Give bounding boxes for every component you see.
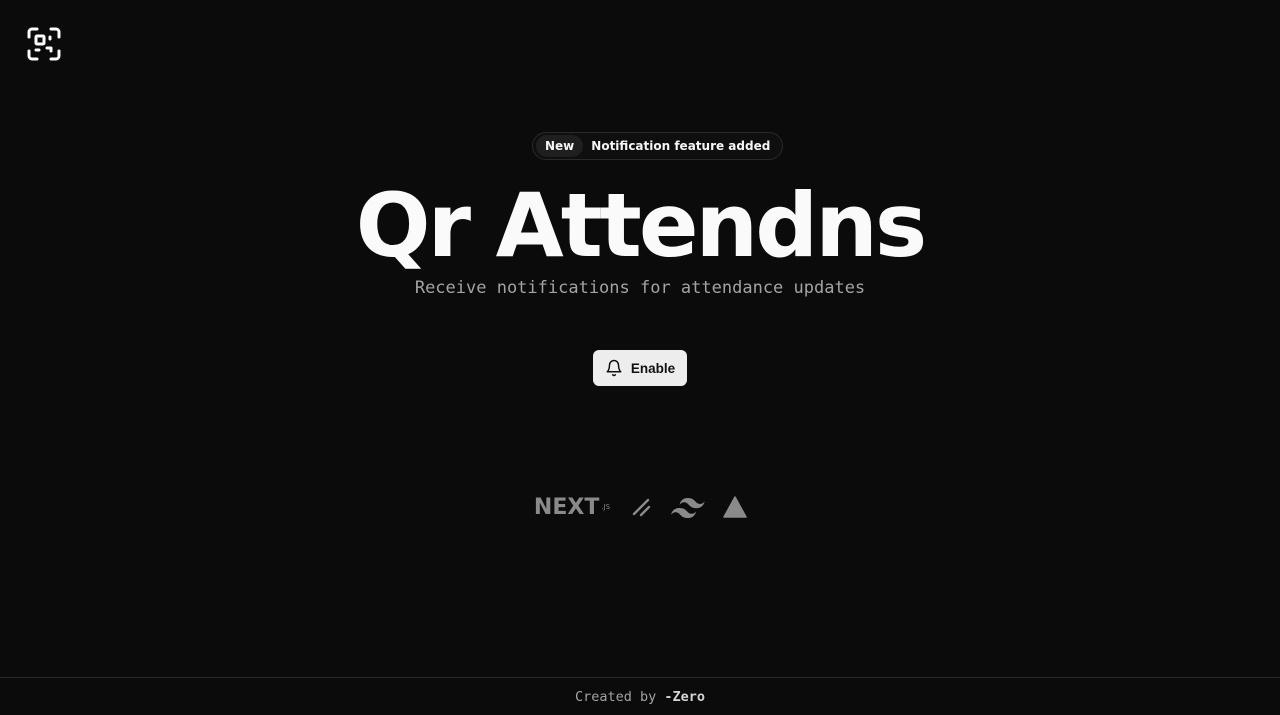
page-title: Qr Attendns <box>355 174 927 277</box>
page-subtitle: Receive notifications for attendance upd… <box>414 278 866 298</box>
tech-stack: NEXT .JS <box>530 492 750 522</box>
new-badge: New <box>536 135 584 157</box>
enable-notifications-button[interactable]: Enable <box>593 350 687 386</box>
page: New Notification feature added Qr Attend… <box>0 0 1280 715</box>
bell-icon <box>605 359 623 377</box>
announcement-banner[interactable]: New Notification feature added <box>532 132 784 160</box>
nextjs-label: NEXT <box>533 494 600 520</box>
nextjs-sublabel: .JS <box>601 503 611 511</box>
announcement-message: Notification feature added <box>591 139 771 153</box>
vercel-icon <box>720 496 750 518</box>
footer: Created by -Zero <box>0 677 1280 715</box>
footer-prefix: Created by <box>575 688 657 705</box>
shadcn-icon <box>626 496 656 518</box>
enable-button-label: Enable <box>630 360 676 376</box>
nextjs-icon: NEXT .JS <box>530 495 614 520</box>
scan-qr-icon[interactable] <box>26 26 62 62</box>
tailwind-icon <box>668 496 708 518</box>
author-link[interactable]: -Zero <box>664 689 705 705</box>
